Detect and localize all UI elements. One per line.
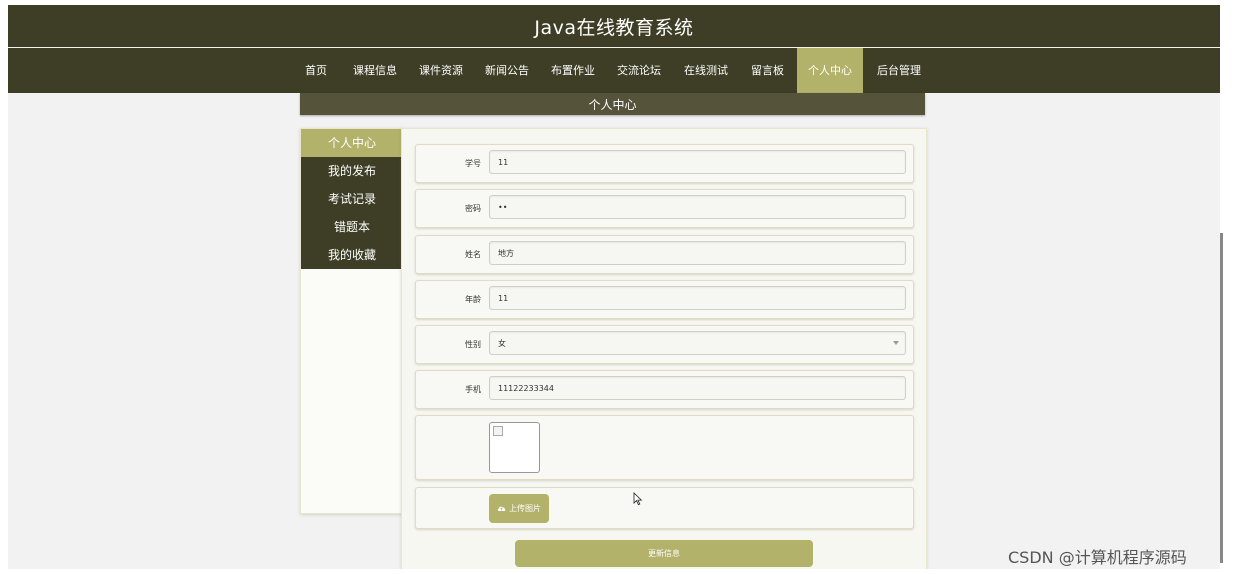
student-id-input[interactable]: 11 <box>489 150 906 174</box>
nav-item-home[interactable]: 首页 <box>305 48 327 93</box>
form-row-phone: 手机 11122233344 <box>415 370 914 409</box>
form-row-upload: 上传图片 <box>415 487 914 529</box>
chevron-down-icon <box>893 341 899 345</box>
form-row-student-id: 学号 11 <box>415 144 914 183</box>
avatar-image <box>489 422 540 473</box>
update-info-button[interactable]: 更新信息 <box>515 540 813 567</box>
watermark: CSDN @计算机程序源码 <box>1008 548 1187 567</box>
main-nav: 首页 课程信息 课件资源 新闻公告 布置作业 交流论坛 在线测试 留言板 个人中… <box>8 48 1220 93</box>
phone-input[interactable]: 11122233344 <box>489 376 906 400</box>
nav-item-resources[interactable]: 课件资源 <box>419 48 463 93</box>
nav-item-homework[interactable]: 布置作业 <box>551 48 595 93</box>
broken-image-icon <box>493 426 503 436</box>
section-title: 个人中心 <box>588 97 637 112</box>
upload-button-label: 上传图片 <box>509 504 541 513</box>
update-button-label: 更新信息 <box>648 549 680 558</box>
gender-select[interactable]: 女 <box>489 331 906 355</box>
name-input[interactable]: 地方 <box>489 241 906 265</box>
sidebar-item-favorites[interactable]: 我的收藏 <box>301 241 403 269</box>
password-label: 密码 <box>465 204 481 213</box>
mouse-pointer-icon <box>633 492 643 506</box>
cloud-upload-icon <box>497 506 506 511</box>
nav-item-messages[interactable]: 留言板 <box>751 48 784 93</box>
form-row-password: 密码 •• <box>415 189 914 228</box>
scrollbar[interactable] <box>1220 233 1223 563</box>
section-header: 个人中心 <box>300 93 925 115</box>
student-id-label: 学号 <box>465 159 481 168</box>
nav-item-test[interactable]: 在线测试 <box>684 48 728 93</box>
gender-label: 性别 <box>465 340 481 349</box>
age-label: 年龄 <box>465 295 481 304</box>
password-input[interactable]: •• <box>489 195 906 219</box>
sidebar-item-exam-records[interactable]: 考试记录 <box>301 185 403 213</box>
sidebar-item-my-posts[interactable]: 我的发布 <box>301 157 403 185</box>
age-input[interactable]: 11 <box>489 286 906 310</box>
upload-image-button[interactable]: 上传图片 <box>489 494 549 523</box>
nav-item-courses[interactable]: 课程信息 <box>353 48 397 93</box>
sidebar: 个人中心 我的发布 考试记录 错题本 我的收藏 <box>300 128 404 514</box>
form-row-gender: 性别 女 <box>415 325 914 364</box>
site-title: Java在线教育系统 <box>534 16 694 39</box>
nav-item-news[interactable]: 新闻公告 <box>485 48 529 93</box>
nav-item-forum[interactable]: 交流论坛 <box>617 48 661 93</box>
phone-label: 手机 <box>465 385 481 394</box>
page: Java在线教育系统 首页 课程信息 课件资源 新闻公告 布置作业 交流论坛 在… <box>8 5 1220 569</box>
sidebar-item-wrong-questions[interactable]: 错题本 <box>301 213 403 241</box>
form-row-name: 姓名 地方 <box>415 235 914 274</box>
profile-form: 学号 11 密码 •• 姓名 地方 年龄 11 性别 女 手机 11122233… <box>401 128 927 569</box>
site-header: Java在线教育系统 <box>8 5 1220 47</box>
nav-item-profile[interactable]: 个人中心 <box>797 48 863 93</box>
nav-item-admin[interactable]: 后台管理 <box>877 48 921 93</box>
form-row-age: 年龄 11 <box>415 280 914 319</box>
sidebar-item-profile[interactable]: 个人中心 <box>301 129 403 157</box>
name-label: 姓名 <box>465 250 481 259</box>
gender-value: 女 <box>498 338 506 348</box>
form-row-avatar <box>415 415 914 480</box>
